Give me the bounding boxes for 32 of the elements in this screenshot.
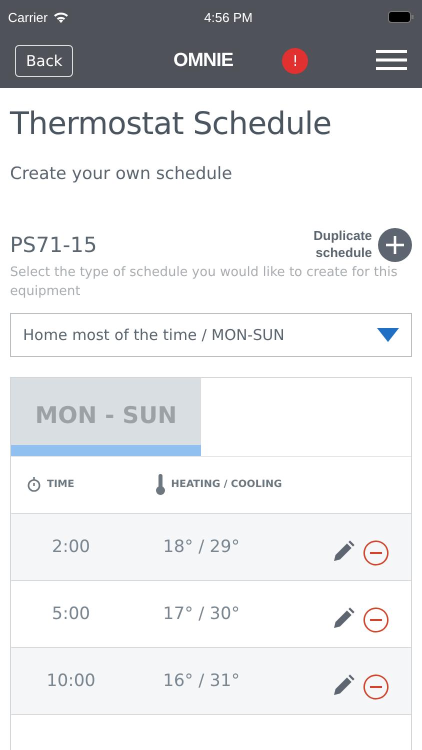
caret-icon bbox=[377, 328, 399, 342]
wifi-icon bbox=[52, 11, 69, 23]
thermometer-icon bbox=[156, 474, 165, 496]
carrier-label: Carrier bbox=[8, 10, 48, 24]
clock-time: 4:56 PM bbox=[204, 10, 253, 24]
column-header: HEATING / COOLING bbox=[171, 479, 282, 490]
remove-icon[interactable] bbox=[363, 606, 389, 633]
remove-icon[interactable] bbox=[363, 540, 389, 566]
alert-badge[interactable]: ! bbox=[282, 48, 308, 74]
back-button[interactable]: Back bbox=[15, 45, 74, 77]
time-cell-text: 5:00 bbox=[50, 604, 92, 624]
duplicate-schedule-button[interactable]: Duplicate schedule bbox=[292, 228, 412, 262]
time-cell-text: 2:00 bbox=[50, 536, 92, 557]
pencil-icon[interactable] bbox=[331, 540, 355, 564]
hint-text: Select the type of schedule you would like to create for this equipment bbox=[10, 264, 398, 301]
stopwatch-icon bbox=[27, 477, 41, 492]
logo: OMNIE bbox=[173, 50, 234, 72]
column-header: TIME bbox=[47, 479, 74, 490]
pencil-icon[interactable] bbox=[331, 674, 355, 698]
remove-icon[interactable] bbox=[363, 674, 389, 700]
temperature-cell-text: 17° / 30° bbox=[163, 604, 241, 624]
menu-icon[interactable] bbox=[376, 50, 407, 72]
temperature-cell-text: 18° / 29° bbox=[163, 536, 241, 557]
device-name: PS71-15 bbox=[10, 233, 98, 257]
temperature-cell-text: 16° / 31° bbox=[163, 670, 241, 691]
battery-icon bbox=[388, 11, 414, 23]
page-title: Thermostat Schedule bbox=[10, 106, 332, 142]
pencil-icon[interactable] bbox=[331, 606, 355, 631]
plus-icon bbox=[378, 228, 412, 262]
schedule-type-dropdown[interactable]: Home most of the time / MON-SUN bbox=[10, 312, 412, 357]
page-subtitle: Create your own schedule bbox=[10, 164, 234, 184]
time-cell-text: 10:00 bbox=[46, 670, 96, 691]
